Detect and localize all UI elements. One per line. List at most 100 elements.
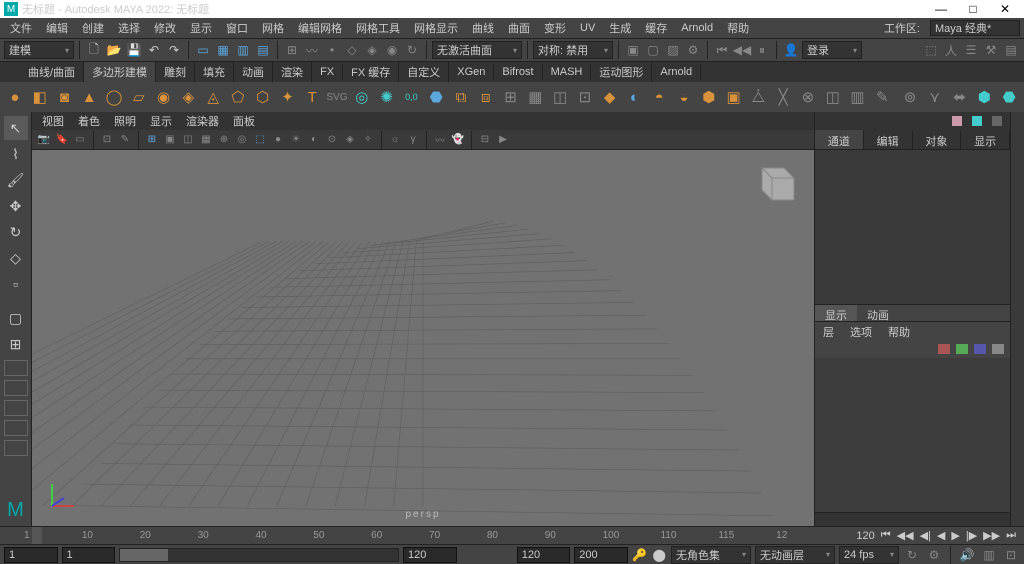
poly-type-icon[interactable]: T: [301, 85, 323, 109]
panel-tab[interactable]: 对象: [913, 130, 962, 149]
poly-cube-icon[interactable]: ◧: [29, 85, 51, 109]
menu-item[interactable]: 网格显示: [408, 18, 464, 38]
bridge-icon[interactable]: ⊡: [574, 85, 596, 109]
menu-item[interactable]: 变形: [538, 18, 572, 38]
layout-1-icon[interactable]: [4, 360, 28, 376]
poly-cylinder-icon[interactable]: ◙: [54, 85, 76, 109]
poly-superellipse-icon[interactable]: 0,0: [401, 85, 423, 109]
charset-dropdown[interactable]: 无角色集: [671, 546, 751, 564]
vp-menu-item[interactable]: 面板: [227, 112, 261, 130]
menu-item[interactable]: 窗口: [220, 18, 254, 38]
range-start-field[interactable]: 1: [4, 547, 58, 563]
vp-image-plane-icon[interactable]: ▭: [72, 132, 88, 148]
rotate-tool-icon[interactable]: ↻: [4, 220, 28, 244]
symmetry-dropdown[interactable]: 对称: 禁用: [533, 41, 613, 59]
poly-pyramid-icon[interactable]: ◬: [202, 85, 224, 109]
go-end-icon[interactable]: ⏭: [1006, 529, 1016, 542]
loop-icon[interactable]: ↻: [903, 546, 921, 564]
vp-use-lights-icon[interactable]: ☀: [288, 132, 304, 148]
account-icon[interactable]: 👤: [782, 41, 800, 59]
go-start-icon[interactable]: ⏮: [881, 529, 891, 542]
quad-draw-icon[interactable]: ▥: [847, 85, 869, 109]
playback-prev-icon[interactable]: ◀◀: [733, 41, 751, 59]
paint-select-icon[interactable]: 🖌: [4, 168, 28, 192]
channel-box-icon[interactable]: ▤: [1002, 41, 1020, 59]
poly-sphere-icon[interactable]: ●: [4, 85, 26, 109]
four-view-icon[interactable]: ⊞: [4, 332, 28, 356]
combine-icon[interactable]: ⧉: [450, 85, 472, 109]
poly-pipe-icon[interactable]: ⬡: [252, 85, 274, 109]
side-tabs[interactable]: [1010, 112, 1024, 526]
menu-item[interactable]: 编辑: [40, 18, 74, 38]
snap-point-icon[interactable]: •: [323, 41, 341, 59]
scale-tool-icon[interactable]: ◇: [4, 246, 28, 270]
maximize-button[interactable]: □: [958, 1, 988, 17]
vp-field-chart-icon[interactable]: ⊕: [216, 132, 232, 148]
lasso-tool-icon[interactable]: ⌇: [4, 142, 28, 166]
viewport-3d[interactable]: persp: [32, 150, 814, 526]
playback-start-field[interactable]: 1: [62, 547, 116, 563]
poly-torus-icon[interactable]: ◯: [103, 85, 125, 109]
shelf-tab[interactable]: FX: [312, 64, 343, 80]
menu-item[interactable]: 曲面: [502, 18, 536, 38]
circularize-icon[interactable]: ⊚: [899, 85, 921, 109]
soccer-ball-icon[interactable]: ⬣: [425, 85, 447, 109]
vp-toggle-panel-icon[interactable]: ⊟: [477, 132, 493, 148]
snap-curve-icon[interactable]: 〰: [303, 41, 321, 59]
panel-tab[interactable]: 通道: [815, 130, 864, 149]
snap-grid-icon[interactable]: ⊞: [283, 41, 301, 59]
close-button[interactable]: ✕: [990, 1, 1020, 17]
booleans-icon[interactable]: ⊞: [500, 85, 522, 109]
poly-cone-icon[interactable]: ▲: [78, 85, 100, 109]
edit-edgeflow-icon[interactable]: ⋎: [924, 85, 946, 109]
vp-grease-icon[interactable]: ✎: [117, 132, 133, 148]
vp-menu-item[interactable]: 显示: [144, 112, 178, 130]
sweep-mesh-icon[interactable]: ◎: [351, 85, 373, 109]
render-settings-icon[interactable]: ⚙: [684, 41, 702, 59]
range-end-field[interactable]: 120: [517, 547, 571, 563]
help-line-icon[interactable]: ⊡: [1002, 546, 1020, 564]
sculpt-icon[interactable]: ⬢: [973, 85, 995, 109]
menu-item[interactable]: 创建: [76, 18, 110, 38]
auto-key-icon[interactable]: ⬤: [651, 546, 667, 564]
render-frame-icon[interactable]: ▢: [644, 41, 662, 59]
remesh-icon[interactable]: ⬢: [698, 85, 720, 109]
layer-color-icon[interactable]: [956, 344, 968, 354]
snap-plane-icon[interactable]: ◇: [343, 41, 361, 59]
modeling-toolkit-icon[interactable]: ⬚: [922, 41, 940, 59]
prefs-icon[interactable]: ⚙: [925, 546, 943, 564]
human-ik-icon[interactable]: 人: [942, 41, 960, 59]
layer-color-icon[interactable]: [938, 344, 950, 354]
vp-gamma-icon[interactable]: γ: [405, 132, 421, 148]
menu-item[interactable]: 网格: [256, 18, 290, 38]
menu-item[interactable]: 曲线: [466, 18, 500, 38]
animlayer-dropdown[interactable]: 无动画层: [755, 546, 835, 564]
platonic-icon[interactable]: ◈: [177, 85, 199, 109]
layer-tab[interactable]: 显示: [815, 305, 857, 321]
shelf-tab[interactable]: 运动图形: [591, 62, 652, 82]
vp-menu-item[interactable]: 着色: [72, 112, 106, 130]
vp-smooth-shade-icon[interactable]: ●: [270, 132, 286, 148]
retopo-icon[interactable]: ▣: [723, 85, 745, 109]
live-surface-dropdown[interactable]: 无激活曲面: [432, 41, 522, 59]
vp-gate-mask-icon[interactable]: ▦: [198, 132, 214, 148]
vp-expose-icon[interactable]: ☼: [387, 132, 403, 148]
snap-toggle-icon[interactable]: ↻: [403, 41, 421, 59]
play-back-icon[interactable]: ◀: [937, 529, 945, 542]
vp-wireframe-icon[interactable]: ⬚: [252, 132, 268, 148]
time-scrubber[interactable]: [32, 527, 42, 544]
attr-editor-icon[interactable]: ☰: [962, 41, 980, 59]
step-fwd-icon[interactable]: ▶▶: [983, 529, 1000, 542]
sound-icon[interactable]: 🔊: [958, 546, 976, 564]
layout-2-icon[interactable]: [4, 380, 28, 396]
poly-gear-icon[interactable]: ✺: [376, 85, 398, 109]
menu-item[interactable]: 修改: [148, 18, 182, 38]
layer-menu-item[interactable]: 帮助: [884, 324, 914, 338]
mirror-icon[interactable]: ⧊: [747, 85, 769, 109]
last-tool-icon[interactable]: ▫: [4, 272, 28, 296]
vp-grid-icon[interactable]: ⊞: [144, 132, 160, 148]
shelf-tab[interactable]: FX 缓存: [343, 62, 399, 82]
layer-tab[interactable]: 动画: [857, 305, 899, 321]
poly-helix-icon[interactable]: ✦: [277, 85, 299, 109]
color-dot-icon[interactable]: [972, 116, 982, 126]
